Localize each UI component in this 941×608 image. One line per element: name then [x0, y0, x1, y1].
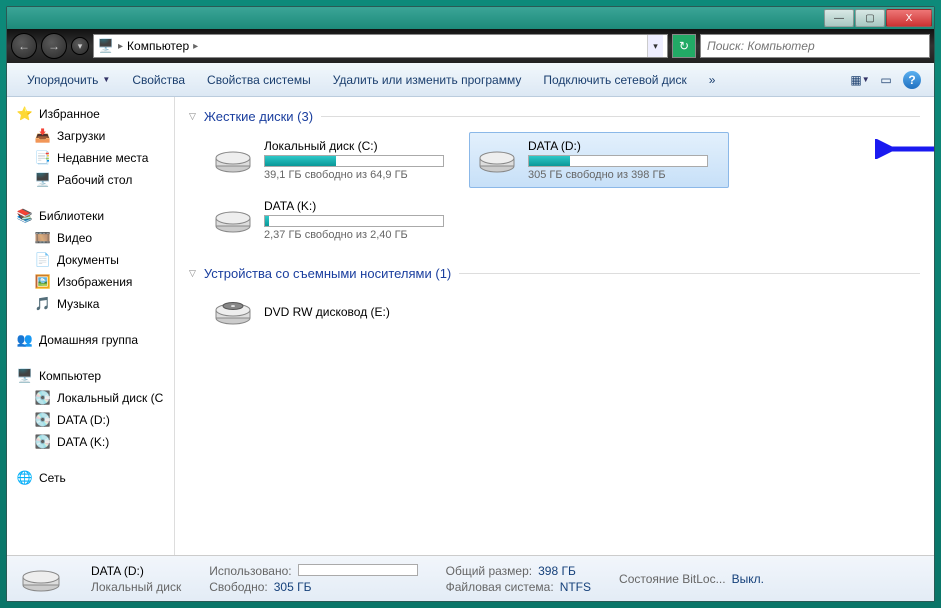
- status-bitlocker-value: Выкл.: [732, 572, 764, 586]
- computer-icon: 🖥️: [17, 368, 33, 384]
- drive-name: DATA (D:): [528, 139, 722, 153]
- drive-icon: [476, 144, 518, 176]
- star-icon: ⭐: [17, 106, 33, 122]
- sidebar-item-drive-c[interactable]: 💽Локальный диск (C: [7, 387, 174, 409]
- drive-tile[interactable]: DATA (D:) 305 ГБ свободно из 398 ГБ: [469, 132, 729, 188]
- computer-icon: 🖥️: [98, 38, 114, 54]
- status-bitlocker-label: Состояние BitLoc...: [619, 572, 726, 586]
- minimize-button[interactable]: —: [824, 9, 854, 27]
- chevron-right-icon: ▸: [118, 41, 123, 52]
- documents-icon: 📄: [35, 252, 51, 268]
- sidebar: ⭐Избранное 📥Загрузки 📑Недавние места 🖥️Р…: [7, 97, 175, 555]
- maximize-button[interactable]: ▢: [855, 9, 885, 27]
- pictures-icon: 🖼️: [35, 274, 51, 290]
- body: ⭐Избранное 📥Загрузки 📑Недавние места 🖥️Р…: [7, 97, 934, 555]
- drive-icon: [212, 144, 254, 176]
- preview-pane-button[interactable]: ▭: [874, 68, 898, 92]
- more-button[interactable]: »: [699, 69, 726, 91]
- status-total-value: 398 ГБ: [538, 564, 576, 578]
- sidebar-item-drive-d[interactable]: 💽DATA (D:): [7, 409, 174, 431]
- usage-bar: [528, 155, 708, 167]
- search-input[interactable]: [700, 34, 930, 58]
- sidebar-item-desktop[interactable]: 🖥️Рабочий стол: [7, 169, 174, 191]
- titlebar: — ▢ X: [7, 7, 934, 29]
- sidebar-computer[interactable]: 🖥️Компьютер: [7, 365, 174, 387]
- sidebar-network[interactable]: 🌐Сеть: [7, 467, 174, 489]
- drive-name: Локальный диск (C:): [264, 139, 458, 153]
- breadcrumb[interactable]: 🖥️ ▸ Компьютер ▸ ▾: [93, 34, 668, 58]
- drive-icon: [212, 204, 254, 236]
- drive-icon: 💽: [35, 412, 51, 428]
- sidebar-item-video[interactable]: 🎞️Видео: [7, 227, 174, 249]
- chevron-right-icon: ▸: [193, 41, 198, 52]
- sidebar-item-music[interactable]: 🎵Музыка: [7, 293, 174, 315]
- sidebar-item-recent[interactable]: 📑Недавние места: [7, 147, 174, 169]
- usage-bar: [264, 155, 444, 167]
- status-total-label: Общий размер:: [446, 564, 532, 578]
- drive-icon: 💽: [35, 390, 51, 406]
- address-bar: ← → ▾ 🖥️ ▸ Компьютер ▸ ▾ ↻: [7, 29, 934, 63]
- music-icon: 🎵: [35, 296, 51, 312]
- status-fs-label: Файловая система:: [446, 580, 554, 594]
- usage-bar: [264, 215, 444, 227]
- annotation-arrow: [875, 139, 934, 159]
- forward-button[interactable]: →: [41, 33, 67, 59]
- status-usage-bar: [298, 564, 418, 576]
- back-button[interactable]: ←: [11, 33, 37, 59]
- video-icon: 🎞️: [35, 230, 51, 246]
- drive-subtext: 39,1 ГБ свободно из 64,9 ГБ: [264, 169, 458, 181]
- recent-icon: 📑: [35, 150, 51, 166]
- group-removable[interactable]: ▽ Устройства со съемными носителями (1): [189, 262, 920, 285]
- status-free-value: 305 ГБ: [274, 580, 312, 594]
- drive-name: DATA (K:): [264, 199, 458, 213]
- sidebar-item-documents[interactable]: 📄Документы: [7, 249, 174, 271]
- libraries-icon: 📚: [17, 208, 33, 224]
- status-fs-value: NTFS: [560, 580, 591, 594]
- dvd-drive-icon: [212, 296, 254, 328]
- group-hard-drives[interactable]: ▽ Жесткие диски (3): [189, 105, 920, 128]
- drive-tile[interactable]: Локальный диск (C:) 39,1 ГБ свободно из 6…: [205, 132, 465, 188]
- chevron-down-icon: ▼: [102, 75, 110, 84]
- status-free-label: Свободно:: [209, 580, 268, 594]
- drive-subtext: 305 ГБ свободно из 398 ГБ: [528, 169, 722, 181]
- homegroup-icon: 👥: [17, 332, 33, 348]
- content-pane: ▽ Жесткие диски (3) Локальный диск (C:) 3…: [175, 97, 934, 555]
- sidebar-item-drive-k[interactable]: 💽DATA (K:): [7, 431, 174, 453]
- properties-button[interactable]: Свойства: [122, 69, 195, 91]
- drive-name: DVD RW дисковод (E:): [264, 305, 458, 319]
- network-icon: 🌐: [17, 470, 33, 486]
- help-button[interactable]: ?: [900, 68, 924, 92]
- refresh-button[interactable]: ↻: [672, 34, 696, 58]
- status-drive-type: Локальный диск: [91, 580, 181, 594]
- collapse-icon: ▽: [189, 268, 196, 279]
- drive-tile[interactable]: DATA (K:) 2,37 ГБ свободно из 2,40 ГБ: [205, 192, 465, 248]
- map-drive-button[interactable]: Подключить сетевой диск: [533, 69, 696, 91]
- breadcrumb-item[interactable]: Компьютер: [127, 39, 189, 53]
- explorer-window: — ▢ X ← → ▾ 🖥️ ▸ Компьютер ▸ ▾ ↻ Упорядо…: [6, 6, 935, 602]
- breadcrumb-dropdown[interactable]: ▾: [647, 35, 663, 57]
- system-properties-button[interactable]: Свойства системы: [197, 69, 321, 91]
- help-icon: ?: [903, 71, 921, 89]
- drive-subtext: 2,37 ГБ свободно из 2,40 ГБ: [264, 229, 458, 241]
- nav-history-dropdown[interactable]: ▾: [71, 37, 89, 55]
- drive-icon: 💽: [35, 434, 51, 450]
- sidebar-libraries[interactable]: 📚Библиотеки: [7, 205, 174, 227]
- status-drive-name: DATA (D:): [91, 564, 181, 578]
- toolbar: Упорядочить▼ Свойства Свойства системы У…: [7, 63, 934, 97]
- close-button[interactable]: X: [886, 9, 932, 27]
- sidebar-homegroup[interactable]: 👥Домашняя группа: [7, 329, 174, 351]
- view-options-button[interactable]: ▦▼: [848, 68, 872, 92]
- collapse-icon: ▽: [189, 111, 196, 122]
- status-bar: DATA (D:) Локальный диск Использовано: С…: [7, 555, 934, 601]
- sidebar-item-pictures[interactable]: 🖼️Изображения: [7, 271, 174, 293]
- desktop-icon: 🖥️: [35, 172, 51, 188]
- sidebar-favorites[interactable]: ⭐Избранное: [7, 103, 174, 125]
- organize-menu[interactable]: Упорядочить▼: [17, 69, 120, 91]
- drive-icon: [19, 563, 63, 595]
- uninstall-button[interactable]: Удалить или изменить программу: [323, 69, 532, 91]
- drive-tile[interactable]: DVD RW дисковод (E:): [205, 289, 465, 335]
- status-used-label: Использовано:: [209, 564, 291, 578]
- sidebar-item-downloads[interactable]: 📥Загрузки: [7, 125, 174, 147]
- downloads-icon: 📥: [35, 128, 51, 144]
